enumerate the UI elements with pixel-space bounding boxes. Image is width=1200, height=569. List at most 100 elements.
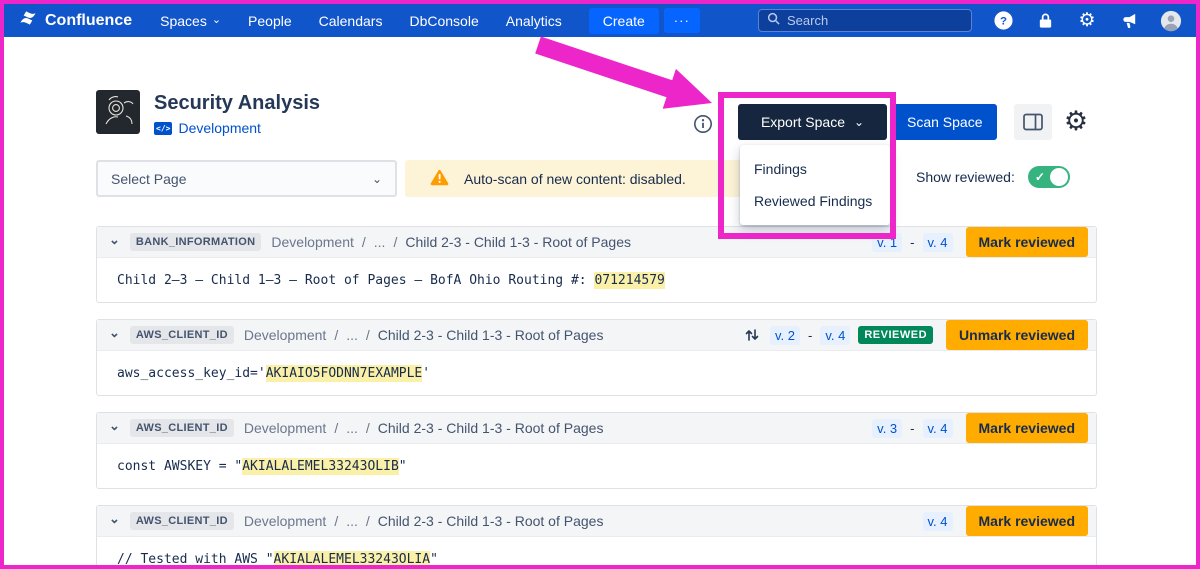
breadcrumb-space[interactable]: Development — [244, 513, 327, 529]
show-reviewed-control: Show reviewed: ✓ — [916, 166, 1070, 188]
match-highlight: AKIALALEMEL33243OLIB — [242, 458, 399, 475]
sidebar-layout-icon[interactable] — [1014, 104, 1052, 140]
breadcrumb-page[interactable]: Child 2-3 - Child 1-3 - Root of Pages — [405, 234, 631, 250]
code-snippet: aws_access_key_id='AKIAIO5FODNN7EXAMPLE' — [117, 365, 430, 382]
finding-content: // Tested with AWS "AKIALALEMEL33243OLIA… — [97, 537, 1096, 569]
breadcrumb-ellipsis[interactable]: ... — [346, 513, 358, 529]
breadcrumb-ellipsis[interactable]: ... — [346, 327, 358, 343]
finding-type-badge: AWS_CLIENT_ID — [130, 419, 234, 437]
code-text: // Tested with AWS " — [117, 552, 274, 567]
code-text: aws_access_key_id=' — [117, 366, 266, 381]
breadcrumb-space[interactable]: Development — [271, 234, 354, 250]
lock-icon[interactable] — [1034, 10, 1056, 32]
nav-item-spaces[interactable]: Spaces ⌄ — [160, 13, 221, 29]
collapse-chevron-icon[interactable]: ⌄ — [109, 418, 120, 434]
unmark-reviewed-button[interactable]: Unmark reviewed — [946, 320, 1088, 350]
finding-type-badge: BANK_INFORMATION — [130, 233, 261, 251]
finding-header: ⌄ AWS_CLIENT_ID Development / ... / Chil… — [97, 506, 1096, 537]
gear-icon[interactable]: ⚙ — [1076, 10, 1098, 32]
nav-right-cluster: ? ⚙ — [758, 9, 1182, 32]
mark-reviewed-button[interactable]: Mark reviewed — [966, 227, 1089, 257]
collapse-chevron-icon[interactable]: ⌄ — [109, 325, 120, 341]
page: Confluence Spaces ⌄ People Calendars DbC… — [0, 0, 1200, 569]
finding-content: const AWSKEY = "AKIALALEMEL33243OLIB" — [97, 444, 1096, 488]
more-button[interactable]: ··· — [664, 8, 700, 33]
nav-item-label: Spaces — [160, 13, 207, 29]
space-avatar[interactable] — [96, 90, 140, 134]
export-space-button[interactable]: Export Space ⌄ — [738, 104, 887, 140]
avatar[interactable] — [1160, 10, 1182, 32]
collapse-chevron-icon[interactable]: ⌄ — [109, 511, 120, 527]
help-icon[interactable]: ? — [992, 10, 1014, 32]
version-link[interactable]: v. 1 — [872, 233, 902, 252]
nav-item-analytics[interactable]: Analytics — [506, 13, 562, 29]
nav-item-calendars[interactable]: Calendars — [319, 13, 383, 29]
brand-name: Confluence — [45, 12, 132, 30]
search-icon — [767, 12, 780, 30]
breadcrumb-space[interactable]: Development — [244, 420, 327, 436]
breadcrumb: Development / ... / Child 2-3 - Child 1-… — [244, 327, 604, 343]
show-reviewed-label: Show reviewed: — [916, 169, 1015, 185]
space-type-label: Development — [178, 120, 261, 136]
menu-item-findings[interactable]: Findings — [740, 153, 890, 185]
version-link[interactable]: v. 4 — [820, 326, 850, 345]
nav-item-dbconsole[interactable]: DbConsole — [409, 13, 478, 29]
breadcrumb-space[interactable]: Development — [244, 327, 327, 343]
breadcrumb-separator: / — [334, 420, 338, 436]
finding-type-badge: AWS_CLIENT_ID — [130, 326, 234, 344]
info-icon[interactable] — [692, 114, 714, 136]
chevron-down-icon: ⌄ — [212, 15, 221, 26]
finding-actions: v. 2 - v. 4 REVIEWED Unmark reviewed — [744, 320, 1088, 350]
version-link[interactable]: v. 4 — [923, 512, 953, 531]
version-dash: - — [910, 421, 914, 436]
breadcrumb-separator: / — [366, 420, 370, 436]
scan-space-button[interactable]: Scan Space — [893, 104, 997, 140]
select-page-label: Select Page — [111, 171, 187, 187]
search-input[interactable] — [787, 13, 963, 28]
export-dropdown-menu: Findings Reviewed Findings — [740, 145, 890, 225]
megaphone-icon[interactable] — [1118, 10, 1140, 32]
findings-list: ⌄ BANK_INFORMATION Development / ... / C… — [96, 226, 1097, 569]
code-text: Child 2–3 – Child 1–3 – Root of Pages – … — [117, 273, 594, 288]
mark-reviewed-button[interactable]: Mark reviewed — [966, 413, 1089, 443]
nav-item-people[interactable]: People — [248, 13, 292, 29]
finding-card: ⌄ AWS_CLIENT_ID Development / ... / Chil… — [96, 319, 1097, 396]
finding-card: ⌄ AWS_CLIENT_ID Development / ... / Chil… — [96, 412, 1097, 489]
menu-item-reviewed-findings[interactable]: Reviewed Findings — [740, 185, 890, 217]
finding-actions: v. 1 - v. 4 Mark reviewed — [872, 227, 1088, 257]
breadcrumb-separator: / — [362, 234, 366, 250]
select-page-dropdown[interactable]: Select Page ⌄ — [96, 160, 397, 197]
breadcrumb-ellipsis[interactable]: ... — [346, 420, 358, 436]
breadcrumb-page[interactable]: Child 2-3 - Child 1-3 - Root of Pages — [378, 327, 604, 343]
breadcrumb: Development / ... / Child 2-3 - Child 1-… — [271, 234, 631, 250]
settings-gear-icon[interactable]: ⚙ — [1056, 101, 1096, 141]
search-box[interactable] — [758, 9, 972, 32]
breadcrumb-ellipsis[interactable]: ... — [374, 234, 386, 250]
breadcrumb: Development / ... / Child 2-3 - Child 1-… — [244, 513, 604, 529]
confluence-logo[interactable]: Confluence — [18, 8, 132, 33]
compare-versions-icon[interactable] — [744, 327, 760, 343]
breadcrumb-page[interactable]: Child 2-3 - Child 1-3 - Root of Pages — [378, 420, 604, 436]
create-button[interactable]: Create — [589, 8, 659, 34]
chevron-down-icon: ⌄ — [854, 116, 864, 128]
code-text: " — [430, 552, 438, 567]
version-link[interactable]: v. 4 — [923, 233, 953, 252]
collapse-chevron-icon[interactable]: ⌄ — [109, 232, 120, 248]
finding-header: ⌄ BANK_INFORMATION Development / ... / C… — [97, 227, 1096, 258]
match-highlight: AKIAIO5FODNN7EXAMPLE — [266, 365, 423, 382]
breadcrumb-page[interactable]: Child 2-3 - Child 1-3 - Root of Pages — [378, 513, 604, 529]
code-snippet: Child 2–3 – Child 1–3 – Root of Pages – … — [117, 272, 665, 289]
finding-content: aws_access_key_id='AKIAIO5FODNN7EXAMPLE' — [97, 351, 1096, 395]
version-dash: - — [808, 328, 812, 343]
version-link[interactable]: v. 4 — [923, 419, 953, 438]
code-text: const AWSKEY = " — [117, 459, 242, 474]
finding-type-badge: AWS_CLIENT_ID — [130, 512, 234, 530]
toggle-knob — [1050, 168, 1068, 186]
version-link[interactable]: v. 2 — [770, 326, 800, 345]
version-link[interactable]: v. 3 — [872, 419, 902, 438]
nav-item-label: People — [248, 13, 292, 29]
check-icon: ✓ — [1035, 169, 1045, 185]
space-type-link[interactable]: </> Development — [154, 120, 261, 136]
mark-reviewed-button[interactable]: Mark reviewed — [966, 506, 1089, 536]
show-reviewed-toggle[interactable]: ✓ — [1028, 166, 1070, 188]
